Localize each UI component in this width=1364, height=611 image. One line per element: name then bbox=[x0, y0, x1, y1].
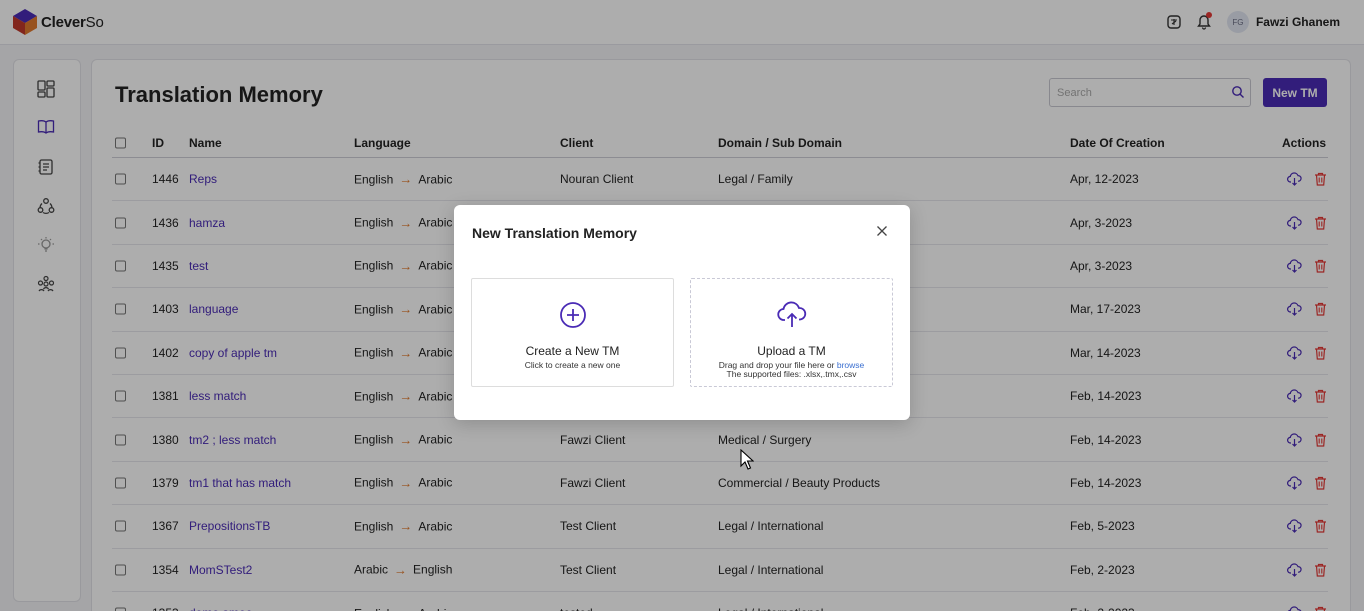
supported-files-text: The supported files: .xlsx,.tmx,.csv bbox=[726, 369, 857, 379]
plus-circle-icon bbox=[559, 302, 586, 328]
upload-tm-dropzone[interactable]: Upload a TM Drag and drop your file here… bbox=[690, 278, 893, 387]
create-option-title: Create a New TM bbox=[525, 344, 620, 358]
close-icon[interactable] bbox=[874, 223, 890, 239]
new-tm-modal: New Translation Memory Create a New TM C… bbox=[454, 205, 910, 420]
modal-title: New Translation Memory bbox=[472, 225, 637, 241]
mouse-cursor-icon bbox=[740, 449, 754, 470]
upload-option-title: Upload a TM bbox=[757, 344, 826, 358]
create-option-subtitle: Click to create a new one bbox=[524, 360, 621, 370]
cloud-upload-icon bbox=[776, 301, 806, 327]
create-new-tm-option[interactable]: Create a New TM Click to create a new on… bbox=[471, 278, 674, 387]
